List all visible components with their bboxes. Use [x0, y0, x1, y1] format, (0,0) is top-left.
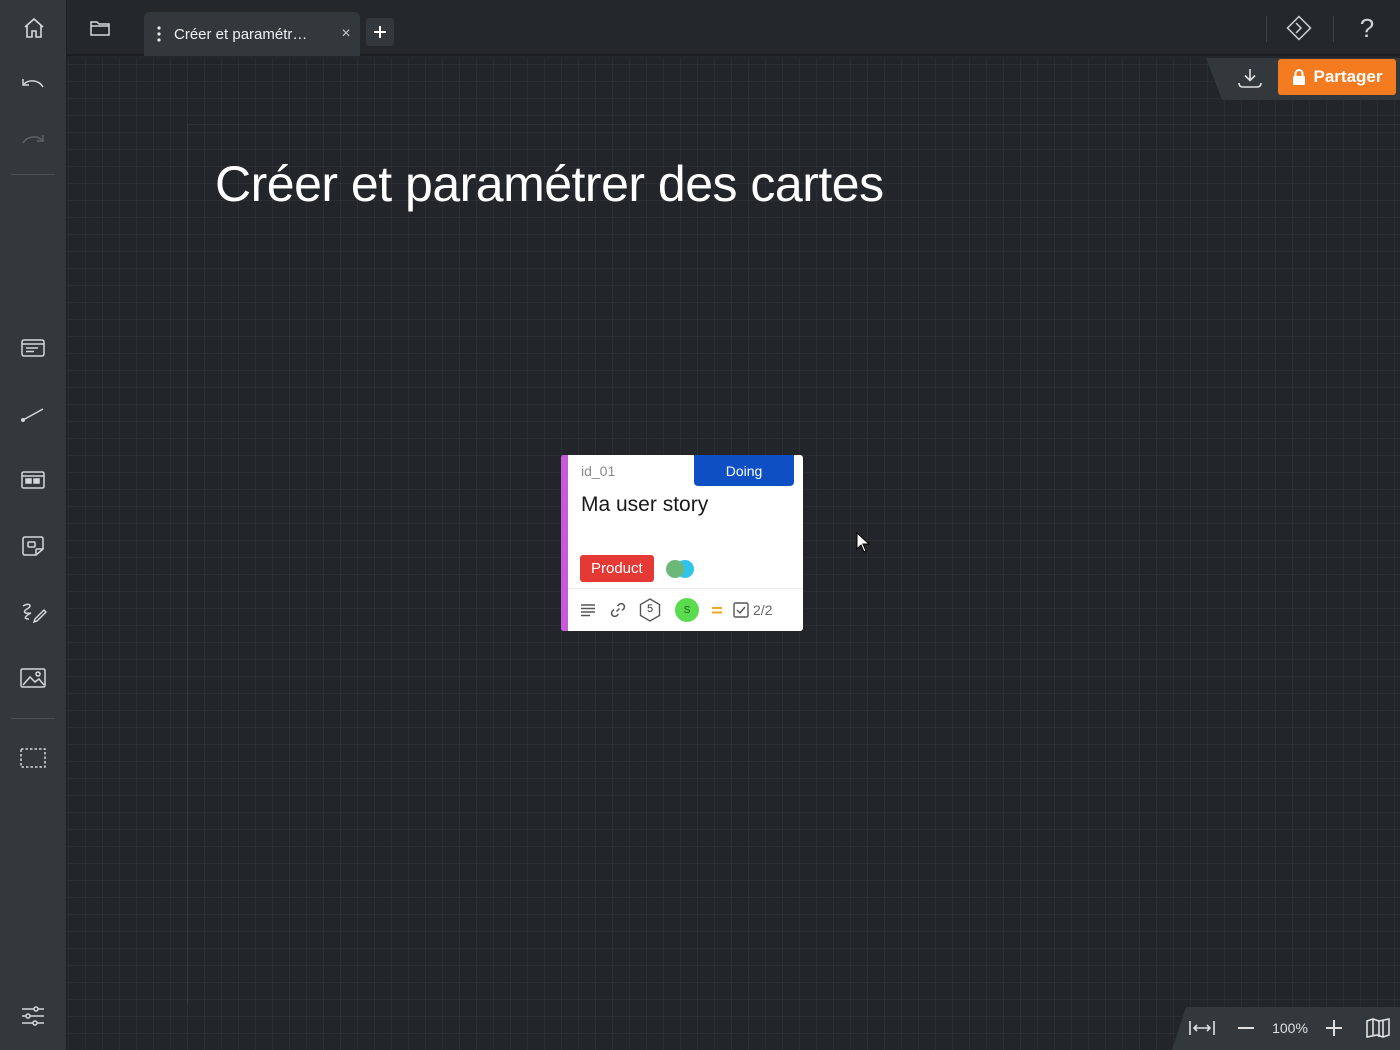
folder-icon: [90, 21, 110, 36]
folder-button[interactable]: [67, 0, 133, 56]
left-toolbar: [0, 0, 67, 1050]
card-divider: [568, 588, 803, 589]
zoom-out-icon: [1238, 1027, 1254, 1029]
download-icon: [1238, 69, 1262, 88]
tab-menu-button[interactable]: [144, 26, 174, 42]
add-connector-button[interactable]: [13, 394, 53, 434]
status-badge[interactable]: Doing: [694, 455, 794, 486]
share-button[interactable]: Partager: [1278, 59, 1396, 95]
zoom-level-value: 100%: [1272, 1020, 1308, 1036]
fit-width-button[interactable]: [1184, 1009, 1220, 1047]
download-button[interactable]: [1228, 60, 1272, 96]
home-button[interactable]: [0, 0, 67, 56]
lock-icon: [1292, 69, 1305, 85]
card-icon: [21, 339, 45, 357]
plus-icon: [374, 26, 386, 38]
settings-icon: [22, 1006, 44, 1026]
add-card-button[interactable]: [13, 328, 53, 368]
tab-label: Créer et paramétr…: [174, 25, 308, 43]
frame-icon: [20, 748, 46, 768]
integrations-button[interactable]: [1277, 8, 1321, 48]
priority-icon[interactable]: [711, 605, 723, 615]
template-icon: [21, 471, 45, 489]
topbar-divider: [1266, 16, 1267, 42]
estimate-badge[interactable]: 5: [639, 598, 661, 622]
fit-width-icon: [1189, 1021, 1215, 1035]
topbar-divider: [1333, 16, 1334, 42]
draw-button[interactable]: [13, 592, 53, 632]
board-title[interactable]: Créer et paramétrer des cartes: [215, 155, 884, 213]
assignee-avatar[interactable]: S: [675, 598, 699, 622]
image-icon: [20, 668, 46, 688]
add-sticky-button[interactable]: [13, 526, 53, 566]
board-tab[interactable]: Créer et paramétr… ×: [144, 12, 360, 56]
connector-icon: [21, 408, 44, 422]
link-icon[interactable]: [609, 601, 627, 619]
card-color-stripe: [561, 455, 568, 631]
draw-icon: [22, 603, 47, 624]
share-label: Partager: [1313, 67, 1383, 86]
top-bar: Créer et paramétr… × ?: [67, 0, 1400, 56]
undo-button[interactable]: [13, 64, 53, 104]
zoom-out-button[interactable]: [1230, 1009, 1262, 1047]
zoom-in-button[interactable]: [1318, 1009, 1350, 1047]
sticky-icon: [22, 536, 44, 556]
zoom-in-icon: [1326, 1020, 1342, 1036]
home-icon: [23, 17, 44, 38]
add-image-button[interactable]: [13, 658, 53, 698]
color-dots[interactable]: [666, 560, 700, 578]
undo-icon: [22, 79, 44, 88]
settings-button[interactable]: [13, 996, 53, 1036]
zoom-level[interactable]: 100%: [1266, 1009, 1314, 1047]
help-icon: ?: [1359, 12, 1375, 43]
new-tab-button[interactable]: [366, 18, 394, 46]
card-id: id_01: [581, 463, 616, 479]
redo-icon: [22, 135, 44, 144]
add-frame-button[interactable]: [13, 738, 53, 778]
card-footer: 5 S 2/2: [580, 597, 772, 623]
mouse-cursor-icon: [856, 532, 870, 553]
help-button[interactable]: ?: [1345, 8, 1389, 48]
user-story-card[interactable]: id_01 Doing Ma user story Product 5 S 2/…: [561, 455, 803, 631]
checklist-icon[interactable]: [733, 602, 749, 618]
description-icon[interactable]: [580, 603, 596, 617]
sidebar-divider: [11, 718, 55, 719]
color-dot: [666, 560, 684, 578]
close-icon[interactable]: ×: [332, 25, 360, 43]
redo-button[interactable]: [13, 120, 53, 160]
checklist-count: 2/2: [753, 602, 773, 618]
diamond-icon: [1286, 15, 1312, 41]
add-template-button[interactable]: [13, 460, 53, 500]
card-title[interactable]: Ma user story: [581, 493, 708, 517]
sidebar-divider: [11, 174, 55, 175]
minimap-button[interactable]: [1360, 1009, 1396, 1047]
tab-menu-icon: [157, 26, 161, 42]
map-icon: [1366, 1018, 1390, 1038]
estimate-value: 5: [646, 603, 654, 615]
tag-badge[interactable]: Product: [580, 555, 654, 582]
